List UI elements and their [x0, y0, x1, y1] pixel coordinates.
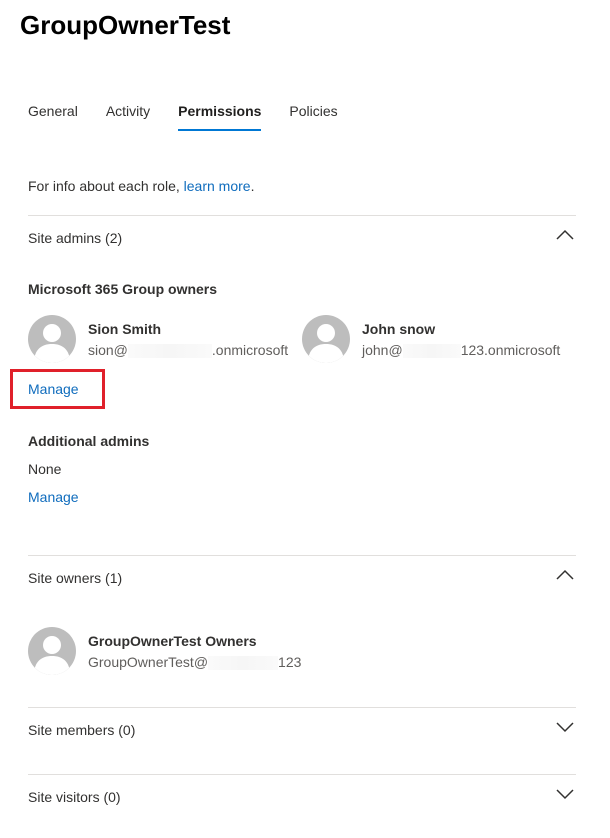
- redacted-text: [127, 344, 212, 359]
- tab-policies[interactable]: Policies: [289, 103, 337, 131]
- divider: [28, 774, 576, 775]
- person-card-owners: GroupOwnerTest Owners GroupOwnerTest@ 123: [28, 627, 428, 677]
- learn-more-link[interactable]: learn more: [184, 178, 251, 194]
- person-name: GroupOwnerTest Owners: [88, 633, 257, 649]
- person-icon: [28, 315, 76, 363]
- divider: [28, 707, 576, 708]
- email-start: john@: [362, 342, 403, 358]
- chevron-up-icon[interactable]: [556, 229, 574, 241]
- site-owners-title: Site owners (1): [28, 570, 123, 586]
- tab-activity[interactable]: Activity: [106, 103, 150, 131]
- chevron-down-icon[interactable]: [556, 721, 574, 733]
- chevron-up-icon[interactable]: [556, 569, 574, 581]
- person-icon: [28, 627, 76, 675]
- person-email: sion@ .onmicrosoft: [88, 342, 289, 359]
- site-owners-header[interactable]: Site owners (1): [28, 569, 576, 586]
- tab-permissions[interactable]: Permissions: [178, 103, 262, 131]
- role-info-prefix: For info about each role,: [28, 178, 184, 194]
- additional-admins-value: None: [28, 461, 62, 477]
- email-start: sion@: [88, 342, 128, 358]
- site-members-header[interactable]: Site members (0): [28, 722, 576, 738]
- role-info-suffix: .: [250, 178, 255, 194]
- site-admins-header[interactable]: Site admins (2): [28, 229, 576, 246]
- divider: [28, 215, 576, 216]
- person-name: Sion Smith: [88, 321, 162, 337]
- email-end: .onmicrosoft: [211, 342, 289, 358]
- person-email: GroupOwnerTest@ 123: [88, 654, 302, 671]
- person-name: John snow: [362, 321, 436, 337]
- email-start: GroupOwnerTest@: [88, 654, 209, 670]
- site-members-title: Site members (0): [28, 722, 136, 738]
- site-admins-title: Site admins (2): [28, 230, 123, 246]
- additional-admins-label: Additional admins: [28, 433, 150, 449]
- manage-additional-admins-link[interactable]: Manage: [28, 489, 79, 505]
- person-email: john@ 123.onmicrosoft: [362, 342, 561, 359]
- site-visitors-header[interactable]: Site visitors (0): [28, 789, 576, 805]
- highlight-box: [10, 369, 105, 409]
- person-card-sion: Sion Smith sion@ .onmicrosoft: [28, 315, 292, 365]
- site-visitors-title: Site visitors (0): [28, 789, 121, 805]
- tab-general[interactable]: General: [28, 103, 78, 131]
- role-info-text: For info about each role, learn more.: [28, 178, 254, 194]
- person-icon: [302, 315, 350, 363]
- redacted-text: [402, 344, 461, 359]
- tab-bar: General Activity Permissions Policies: [28, 103, 366, 131]
- email-end: 123.onmicrosoft: [460, 342, 561, 358]
- page-title: GroupOwnerTest: [20, 10, 231, 40]
- group-owners-label: Microsoft 365 Group owners: [28, 281, 218, 297]
- email-end: 123: [278, 654, 302, 670]
- divider: [28, 555, 576, 556]
- chevron-down-icon[interactable]: [556, 788, 574, 800]
- person-card-john: John snow john@ 123.onmicrosoft: [302, 315, 572, 365]
- redacted-text: [208, 656, 279, 671]
